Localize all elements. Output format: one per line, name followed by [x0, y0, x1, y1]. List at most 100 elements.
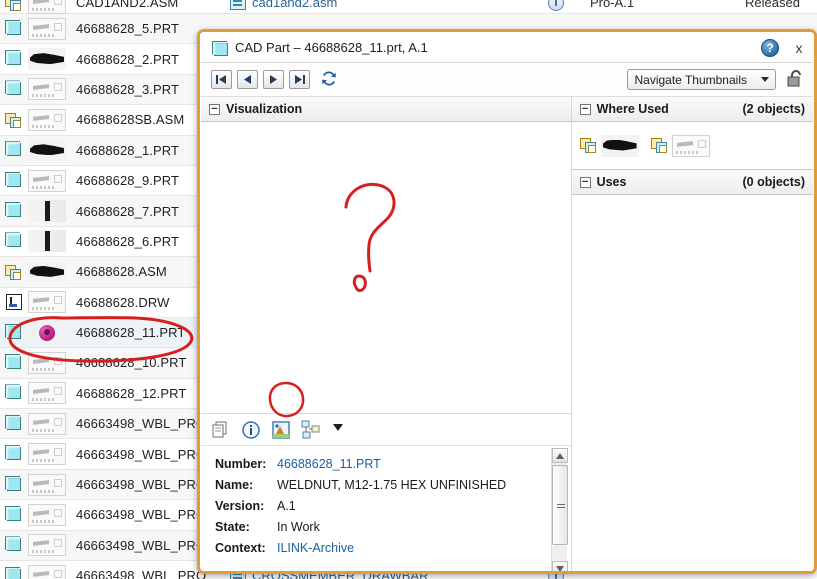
uses-section-header[interactable]: − Uses (0 objects)	[571, 170, 813, 195]
more-actions-icon[interactable]	[331, 420, 345, 440]
assembly-icon	[4, 0, 24, 13]
list-item-state: Released	[745, 0, 800, 10]
dark-thumb-icon	[600, 134, 641, 157]
list-item-label: 46688628_6.PRT	[76, 233, 180, 249]
cad-part-dialog: CAD Part – 46688628_11.prt, A.1 ? x Navi…	[197, 29, 817, 574]
right-pane: − Where Used (2 objects) − Uses (0 objec…	[571, 97, 813, 571]
where-used-item[interactable]	[650, 134, 712, 157]
close-icon[interactable]: x	[791, 40, 807, 56]
scrollbar-thumb[interactable]	[551, 465, 568, 545]
part-icon	[4, 140, 24, 160]
attribute-value: A.1	[277, 499, 296, 513]
list-item-label: 46688628.ASM	[76, 264, 167, 280]
part-icon	[4, 505, 24, 525]
unlock-icon[interactable]	[786, 69, 805, 91]
help-icon[interactable]: ?	[761, 38, 779, 57]
navigate-thumbnails-label: Navigate Thumbnails	[634, 72, 747, 87]
visualization-section-header[interactable]: − Visualization	[201, 97, 571, 122]
drawing-thumb-icon	[28, 564, 68, 579]
part-icon	[4, 475, 24, 495]
assembly-icon	[650, 137, 669, 154]
structure-icon[interactable]	[301, 420, 321, 440]
detail-scrollbar[interactable]	[550, 448, 568, 571]
attribute-key: Context:	[215, 541, 266, 555]
uses-list[interactable]	[571, 195, 813, 571]
part-icon	[4, 79, 24, 99]
attribute-row-context: Context: ILINK-Archive	[215, 538, 551, 559]
part-icon	[4, 535, 24, 555]
bar-thumb-icon	[28, 200, 68, 223]
copy-icon[interactable]	[211, 420, 231, 440]
attribute-value[interactable]: 46688628_11.PRT	[277, 454, 381, 475]
next-button[interactable]	[263, 70, 284, 89]
attribute-row-state: State: In Work	[215, 517, 551, 538]
scroll-down-icon[interactable]	[551, 561, 568, 571]
detail-attributes: Number: 46688628_11.PRT Name: WELDNUT, M…	[201, 445, 571, 571]
previous-button[interactable]	[237, 70, 258, 89]
drawing-thumb-icon	[28, 351, 68, 374]
list-item[interactable]: CAD1AND2.ASM cad1and2.asm i Pro-A.1 Rele…	[0, 0, 817, 14]
list-item-cad-name[interactable]: cad1and2.asm	[230, 0, 337, 10]
attribute-row-version: Version: A.1	[215, 496, 551, 517]
collapse-icon[interactable]: −	[209, 103, 220, 115]
attribute-key: Version:	[215, 499, 265, 513]
grip-icon	[556, 504, 565, 510]
assembly-icon	[4, 262, 24, 282]
list-item-label: 46663498_WBL_PRO	[76, 568, 207, 579]
drawing-thumb-icon	[671, 134, 712, 157]
collapse-icon[interactable]: −	[579, 103, 591, 115]
drawing-thumb-icon	[28, 412, 68, 435]
part-icon	[4, 353, 24, 373]
attribute-value[interactable]: ILINK-Archive	[277, 538, 354, 559]
list-item-label: 46688628.DRW	[76, 294, 170, 310]
assembly-icon	[579, 137, 598, 154]
thumbnail-icon[interactable]	[271, 420, 291, 440]
where-used-item[interactable]	[579, 134, 641, 157]
drawing-thumb-icon	[28, 0, 68, 14]
drawing-thumb-icon	[28, 78, 68, 101]
drawing-thumb-icon	[28, 17, 68, 40]
first-button[interactable]	[211, 70, 232, 89]
drawing-icon	[4, 292, 24, 312]
assembly-icon	[4, 110, 24, 130]
list-item-label: 46688628_2.PRT	[76, 51, 180, 67]
list-item-label: 46688628_7.PRT	[76, 203, 180, 219]
attribute-key: State:	[215, 520, 250, 534]
navigate-thumbnails-select[interactable]: Navigate Thumbnails	[627, 69, 776, 90]
part-icon	[4, 19, 24, 39]
drawing-thumb-icon	[28, 382, 68, 405]
attribute-row-number: Number: 46688628_11.PRT	[215, 454, 551, 475]
list-item-label: 46663498_WBL_PRO	[76, 416, 207, 432]
where-used-section-header[interactable]: − Where Used (2 objects)	[571, 97, 813, 122]
pink-thumb-icon	[28, 321, 68, 344]
dark-thumb-icon	[28, 260, 68, 283]
info-icon[interactable]: i	[548, 0, 564, 11]
drawing-thumb-icon	[28, 534, 68, 557]
part-icon	[4, 49, 24, 69]
part-icon	[211, 40, 228, 56]
screen-root: CAD1AND2.ASM cad1and2.asm i Pro-A.1 Rele…	[0, 0, 817, 579]
visualization-canvas[interactable]	[201, 122, 571, 413]
attribute-key: Name:	[215, 478, 254, 492]
collapse-icon[interactable]: −	[579, 176, 591, 188]
where-used-list[interactable]	[571, 122, 813, 170]
dialog-titlebar[interactable]: CAD Part – 46688628_11.prt, A.1 ? x	[201, 33, 813, 63]
part-icon	[4, 201, 24, 221]
part-icon	[4, 231, 24, 251]
drawing-thumb-icon	[28, 169, 68, 192]
refresh-icon[interactable]	[320, 70, 338, 90]
part-icon	[4, 323, 24, 343]
information-icon[interactable]	[241, 420, 261, 440]
visualization-title: Visualization	[226, 102, 303, 116]
bar-thumb-icon	[28, 230, 68, 253]
last-button[interactable]	[289, 70, 310, 89]
part-icon	[4, 566, 24, 579]
drawing-small-icon	[230, 0, 246, 10]
list-item-label: 46688628SB.ASM	[76, 112, 185, 128]
attribute-key: Number:	[215, 457, 267, 471]
attribute-value: WELDNUT, M12-1.75 HEX UNFINISHED	[277, 478, 507, 492]
drawing-thumb-icon	[28, 503, 68, 526]
attribute-value: In Work	[277, 520, 320, 534]
part-icon	[4, 383, 24, 403]
scroll-up-icon[interactable]	[551, 448, 568, 463]
